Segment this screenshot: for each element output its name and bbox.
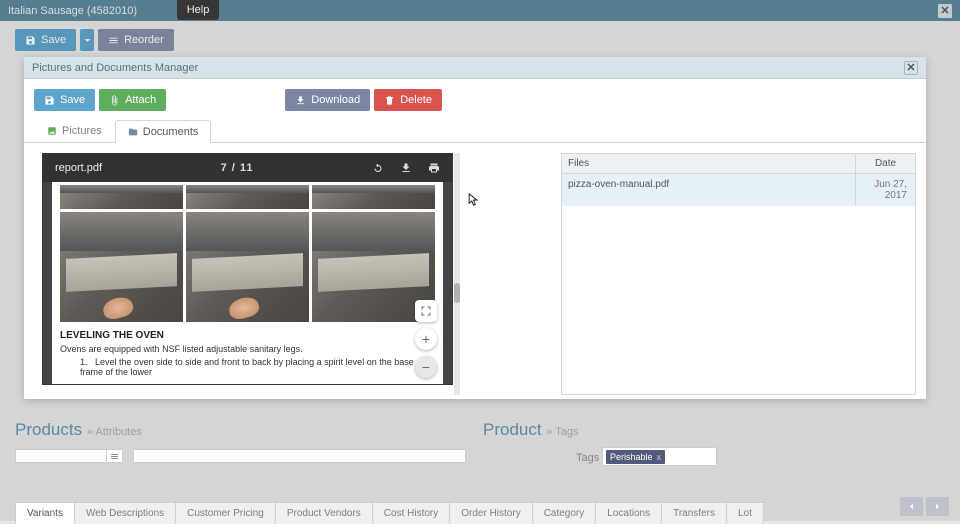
zoom-in-button[interactable]: + bbox=[415, 328, 437, 350]
files-panel: Files Date pizza-oven-manual.pdf Jun 27,… bbox=[561, 153, 916, 395]
attach-icon bbox=[109, 95, 120, 106]
modal-title: Pictures and Documents Manager bbox=[32, 62, 198, 74]
pdf-heading: LEVELING THE OVEN bbox=[60, 330, 435, 341]
pdf-list-item: 1. Level the oven side to side and front… bbox=[80, 357, 435, 377]
tab-documents[interactable]: Documents bbox=[115, 120, 212, 143]
paging-controls bbox=[900, 497, 949, 516]
pdf-scrollbar-thumb[interactable] bbox=[454, 283, 460, 303]
tag-label: Perishable bbox=[610, 452, 653, 462]
tags-label: Tags bbox=[576, 452, 599, 464]
tab-pictures-label: Pictures bbox=[62, 125, 102, 137]
download-icon[interactable] bbox=[400, 162, 412, 174]
file-date: Jun 27, 2017 bbox=[855, 174, 915, 206]
products-heading: Products » Attributes bbox=[15, 420, 142, 440]
modal-close-button[interactable]: ✕ bbox=[904, 61, 918, 75]
files-col-date[interactable]: Date bbox=[855, 154, 915, 173]
product-subtitle: » Tags bbox=[546, 426, 578, 438]
chevron-right-icon bbox=[934, 503, 941, 510]
zoom-out-button[interactable]: − bbox=[415, 356, 437, 378]
download-button[interactable]: Download bbox=[285, 89, 370, 111]
files-header: Files Date bbox=[562, 154, 915, 174]
tag-remove-icon[interactable]: x bbox=[657, 452, 662, 462]
modal-header: Pictures and Documents Manager ✕ bbox=[24, 57, 926, 79]
fit-icon bbox=[420, 305, 432, 317]
attach-label: Attach bbox=[125, 94, 156, 106]
rotate-icon[interactable] bbox=[372, 162, 384, 174]
pdf-image bbox=[60, 185, 183, 209]
pdf-zoom-controls: + − bbox=[415, 300, 437, 378]
file-name: pizza-oven-manual.pdf bbox=[562, 174, 855, 206]
pdf-image bbox=[186, 185, 309, 209]
file-row[interactable]: pizza-oven-manual.pdf Jun 27, 2017 bbox=[562, 174, 915, 206]
chevron-left-icon bbox=[908, 503, 915, 510]
pdf-toolbar-icons bbox=[372, 162, 440, 174]
attribute-value-input[interactable] bbox=[133, 449, 466, 463]
pdf-image bbox=[312, 185, 435, 209]
list-icon bbox=[110, 452, 119, 461]
attribute-input-group bbox=[15, 449, 123, 463]
pdf-page-content[interactable]: LEVELING THE OVEN Ovens are equipped wit… bbox=[52, 182, 443, 384]
trash-icon bbox=[384, 95, 395, 106]
files-col-name[interactable]: Files bbox=[562, 154, 855, 173]
folder-icon bbox=[128, 127, 138, 137]
pdf-body-text: Ovens are equipped with NSF listed adjus… bbox=[60, 344, 435, 354]
products-subtitle: » Attributes bbox=[87, 426, 142, 438]
pictures-documents-modal: Pictures and Documents Manager ✕ Save At… bbox=[24, 57, 926, 399]
image-icon bbox=[47, 126, 57, 136]
pdf-toolbar: report.pdf 7 / 11 bbox=[43, 154, 452, 182]
delete-button[interactable]: Delete bbox=[374, 89, 442, 111]
save-icon bbox=[44, 95, 55, 106]
pdf-page-indicator: 7 / 11 bbox=[221, 162, 254, 174]
tag-perishable: Perishable x bbox=[606, 450, 665, 464]
modal-save-button[interactable]: Save bbox=[34, 89, 95, 111]
product-title: Product bbox=[483, 420, 542, 439]
pdf-filename: report.pdf bbox=[55, 162, 102, 174]
attribute-menu-button[interactable] bbox=[107, 449, 123, 463]
pdf-total-pages: 11 bbox=[240, 162, 254, 174]
products-title: Products bbox=[15, 420, 82, 439]
download-icon bbox=[295, 95, 306, 106]
delete-label: Delete bbox=[400, 94, 432, 106]
attach-button[interactable]: Attach bbox=[99, 89, 166, 111]
pdf-current-page: 7 bbox=[221, 162, 228, 174]
pdf-scrollbar-track[interactable] bbox=[454, 153, 460, 395]
page-next-button[interactable] bbox=[926, 497, 949, 516]
page-prev-button[interactable] bbox=[900, 497, 923, 516]
tags-input[interactable]: Perishable x bbox=[602, 447, 717, 466]
product-heading: Product » Tags bbox=[483, 420, 579, 440]
tab-documents-label: Documents bbox=[143, 126, 199, 138]
pdf-image bbox=[186, 212, 309, 322]
print-icon[interactable] bbox=[428, 162, 440, 174]
modal-save-label: Save bbox=[60, 94, 85, 106]
download-label: Download bbox=[311, 94, 360, 106]
tab-pictures[interactable]: Pictures bbox=[34, 119, 115, 142]
doc-tabs: Pictures Documents bbox=[24, 119, 926, 143]
fit-page-button[interactable] bbox=[415, 300, 437, 322]
modal-toolbar: Save Attach Download Delete bbox=[24, 79, 926, 117]
pdf-viewer: report.pdf 7 / 11 bbox=[42, 153, 453, 385]
pdf-image bbox=[60, 212, 183, 322]
modal-body: report.pdf 7 / 11 bbox=[24, 143, 926, 405]
attribute-key-input[interactable] bbox=[15, 449, 107, 463]
